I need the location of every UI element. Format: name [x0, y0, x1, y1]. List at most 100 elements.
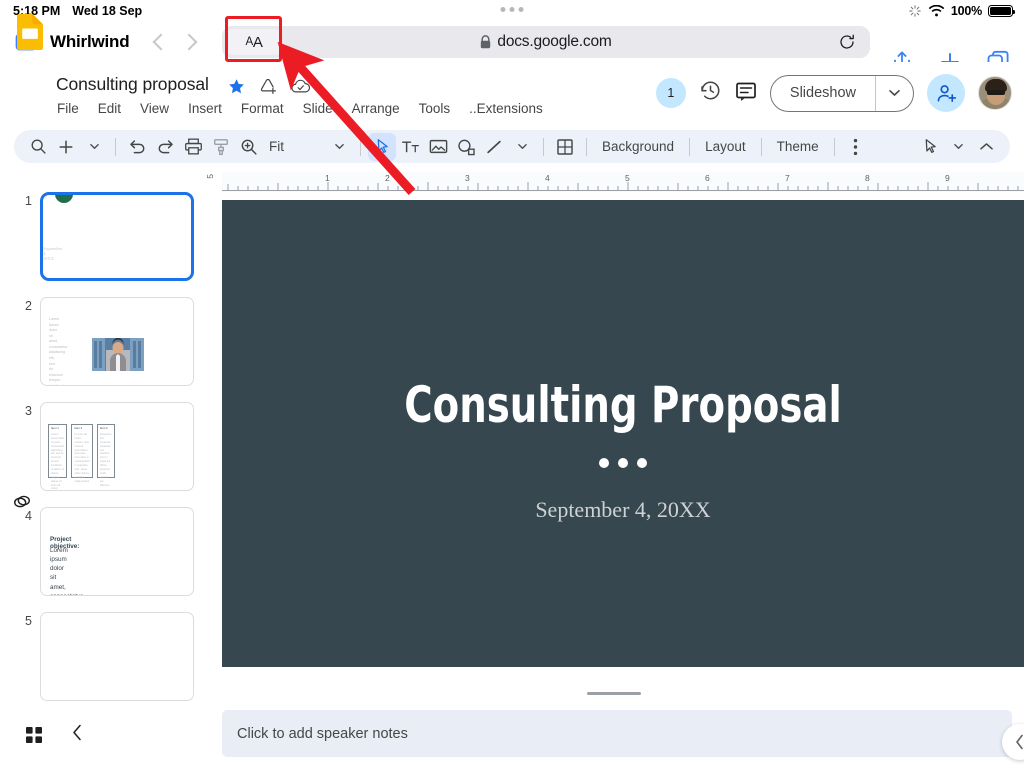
grid-view-icon[interactable]	[24, 725, 44, 745]
slide-title[interactable]: Consulting Proposal	[278, 376, 968, 434]
slide-thumb-content: Project objective: Lorem ipsum dolor sit…	[41, 508, 193, 595]
ruler-tick-7: 7	[785, 173, 790, 183]
thumbnail-slide-4[interactable]: 4 Project objective: Lorem ipsum dolor s…	[0, 507, 204, 596]
text-box-icon[interactable]	[396, 133, 424, 161]
theme-button[interactable]: Theme	[769, 139, 827, 154]
toolbar-divider	[689, 138, 690, 156]
slide-thumb-frame[interactable]: Project objective: Lorem ipsum dolor sit…	[40, 507, 194, 596]
thumbnail-slide-1[interactable]: 1 Consulting Proposal ••• September 4, 2…	[0, 192, 204, 281]
battery-icon	[988, 5, 1013, 17]
horizontal-ruler-ticks	[222, 172, 1024, 192]
slides-toolbar: Fit	[14, 130, 1010, 163]
redo-icon[interactable]	[151, 133, 179, 161]
slide-subtitle[interactable]: September 4, 20XX	[222, 497, 1024, 523]
thumbnail-slide-3[interactable]: 3 Understanding the problem Item 1 Lorem…	[0, 402, 204, 491]
slide-filmstrip[interactable]: 1 Consulting Proposal ••• September 4, 2…	[0, 172, 204, 702]
image-icon[interactable]	[424, 133, 452, 161]
collapse-filmstrip-icon[interactable]	[72, 724, 83, 746]
card-body: Ut enim ad minim veniam, quis nostrud ex…	[72, 431, 91, 477]
line-caret-icon[interactable]	[508, 133, 536, 161]
ruler-tick-5: 5	[625, 173, 630, 183]
collapse-toolbar-icon[interactable]	[972, 133, 1000, 161]
document-title[interactable]: Consulting proposal	[56, 74, 209, 95]
resize-handle[interactable]	[587, 692, 641, 695]
line-icon[interactable]	[480, 133, 508, 161]
paint-format-icon[interactable]	[207, 133, 235, 161]
forward-icon[interactable]	[181, 34, 198, 51]
thumb-card: Item 3 Excepteur sint occaecat cupidatat…	[97, 424, 115, 478]
page-settings-aa-button[interactable]: AA	[226, 29, 282, 55]
avatar[interactable]	[978, 76, 1012, 110]
safari-toolbar: Whirlwind AA docs.google.com	[0, 22, 1024, 62]
menu-insert[interactable]: Insert	[188, 101, 222, 116]
table-icon[interactable]	[551, 133, 579, 161]
slide-thumb-content: Overview Lorem ipsum dolor sit amet, con…	[41, 298, 193, 385]
horizontal-ruler[interactable]: 1 2 3 4 5 6 7 8 9	[222, 172, 1024, 192]
slide-number: 4	[0, 507, 40, 596]
thumbnail-slide-5[interactable]: 5 Understanding the market	[0, 612, 204, 701]
zoom-level-label[interactable]: Fit	[263, 139, 325, 154]
card-body: Excepteur sint occaecat cupidatat non pr…	[98, 431, 114, 477]
vruler-tick-5: 5	[205, 174, 215, 179]
slide-thumb-content: Understanding the market	[41, 613, 193, 700]
linked-slide-icon[interactable]	[12, 492, 32, 512]
zoom-icon[interactable]	[235, 133, 263, 161]
menu-file[interactable]: File	[57, 101, 79, 116]
back-icon[interactable]	[153, 34, 170, 51]
slideshow-button[interactable]: Slideshow	[770, 75, 914, 112]
thumbnail-slide-2[interactable]: 2 Overview Lorem ipsum dolor sit amet, c…	[0, 297, 204, 386]
reload-icon[interactable]	[838, 33, 856, 51]
current-slide[interactable]: Consulting Proposal September 4, 20XX	[222, 200, 1024, 667]
cursor-select-icon[interactable]	[368, 133, 396, 161]
aa-large-letter: A	[253, 34, 263, 51]
menu-format[interactable]: Format	[241, 101, 284, 116]
layout-button[interactable]: Layout	[697, 139, 754, 154]
menu-edit[interactable]: Edit	[98, 101, 121, 116]
menu-view[interactable]: View	[140, 101, 169, 116]
cloud-saved-icon[interactable]	[291, 78, 310, 99]
new-slide-button[interactable]	[52, 133, 80, 161]
ruler-tick-9: 9	[945, 173, 950, 183]
search-icon[interactable]	[24, 133, 52, 161]
wifi-icon	[928, 5, 945, 18]
background-button[interactable]: Background	[594, 139, 682, 154]
menu-extensions[interactable]: ..Extensions	[469, 101, 543, 116]
speaker-notes-field[interactable]: Click to add speaker notes	[222, 710, 1012, 757]
version-history-icon[interactable]	[699, 79, 722, 107]
menu-slide[interactable]: Slide	[303, 101, 333, 116]
google-slides-icon	[14, 13, 46, 49]
title-action-icons	[228, 77, 310, 100]
move-to-drive-icon[interactable]	[259, 77, 277, 100]
slide-counter-badge[interactable]: 1	[656, 78, 686, 108]
undo-icon[interactable]	[123, 133, 151, 161]
toolbar-divider	[586, 138, 587, 156]
thumb-card: Item 1 Lorem ipsum dolor sit amet, conse…	[48, 424, 67, 478]
slide-thumb-frame[interactable]: Understanding the problem Item 1 Lorem i…	[40, 402, 194, 491]
multitask-dots[interactable]	[501, 7, 524, 12]
toolbar-divider	[115, 138, 116, 156]
screen-root: 5:18 PM Wed 18 Sep 100%	[0, 0, 1024, 768]
chevron-down-icon[interactable]	[876, 84, 913, 102]
slideshow-label: Slideshow	[771, 85, 875, 101]
menu-arrange[interactable]: Arrange	[352, 101, 400, 116]
share-button[interactable]	[927, 74, 965, 112]
menu-bar: File Edit View Insert Format Slide Arran…	[57, 101, 543, 116]
slide-thumb-frame[interactable]: Overview Lorem ipsum dolor sit amet, con…	[40, 297, 194, 386]
slide-canvas-area[interactable]: Consulting Proposal September 4, 20XX	[204, 192, 1024, 702]
new-slide-caret-icon[interactable]	[80, 133, 108, 161]
address-bar[interactable]: AA docs.google.com	[222, 26, 870, 58]
transition-cursor-icon[interactable]	[916, 133, 944, 161]
slide-thumb-frame[interactable]: Understanding the market	[40, 612, 194, 701]
star-icon[interactable]	[228, 78, 245, 100]
print-icon[interactable]	[179, 133, 207, 161]
nav-arrows	[155, 36, 195, 48]
transition-caret-icon[interactable]	[944, 133, 972, 161]
more-vertical-icon[interactable]	[842, 133, 870, 161]
bottom-bar: Click to add speaker notes	[0, 702, 1024, 768]
comment-icon[interactable]	[735, 80, 757, 107]
zoom-caret-icon[interactable]	[325, 133, 353, 161]
shape-icon[interactable]	[452, 133, 480, 161]
menu-tools[interactable]: Tools	[419, 101, 451, 116]
slide-thumb-frame[interactable]: Consulting Proposal ••• September 4, 20X…	[40, 192, 194, 281]
ruler-tick-2: 2	[385, 173, 390, 183]
